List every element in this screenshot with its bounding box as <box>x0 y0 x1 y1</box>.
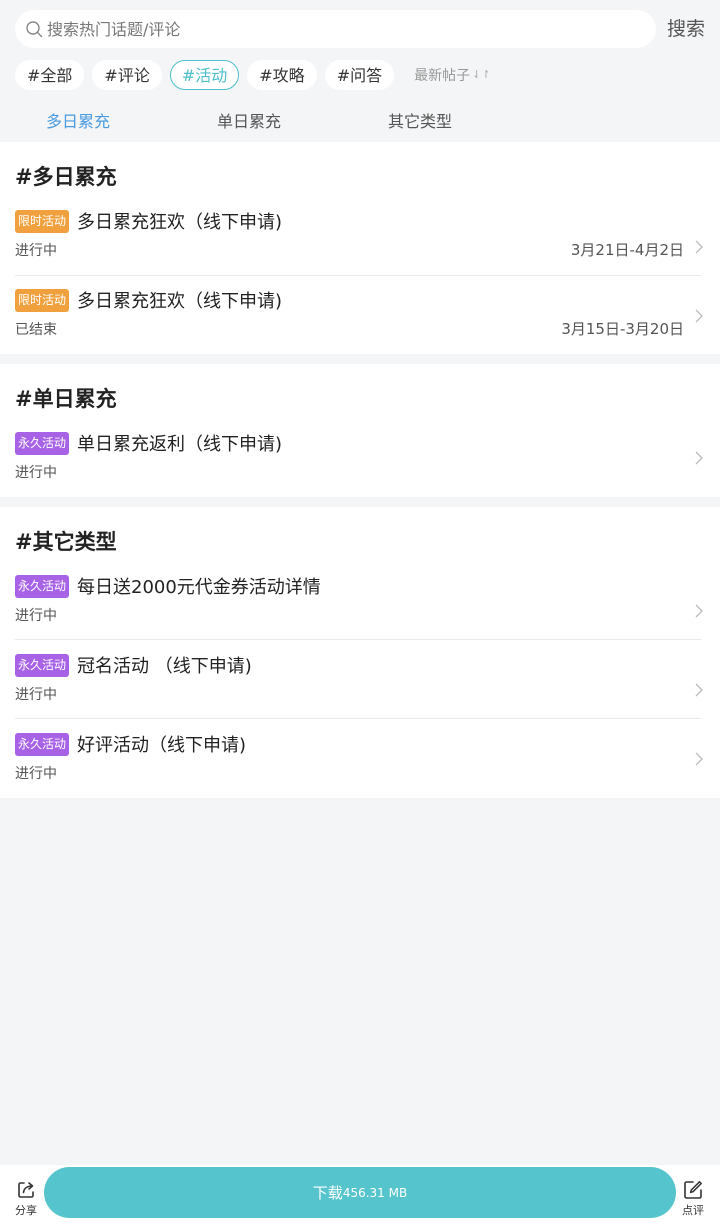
tag-guide[interactable]: #攻略 <box>247 59 317 90</box>
chevron-right-icon <box>695 451 703 465</box>
search-input[interactable] <box>47 10 637 48</box>
activity-title: 单日累充返利（线下申请) <box>77 434 283 455</box>
permanent-activity-badge: 永久活动 <box>15 654 70 677</box>
section-title: #其它类型 <box>15 530 117 554</box>
topic-tag-bar: #全部 #评论 #活动 #攻略 #问答 最新帖子 ⇃↾ <box>15 59 491 90</box>
permanent-activity-badge: 永久活动 <box>15 432 70 455</box>
activity-item[interactable]: 限时活动 多日累充狂欢（线下申请) 进行中 3月21日-4月2日 <box>0 210 720 289</box>
search-button[interactable]: 搜索 <box>667 16 705 42</box>
tab-other-types[interactable]: 其它类型 <box>388 108 452 132</box>
edit-icon <box>684 1181 702 1199</box>
limited-activity-badge: 限时活动 <box>15 289 70 312</box>
share-label: 分享 <box>15 1204 37 1217</box>
sort-dropdown[interactable]: 最新帖子 ⇃↾ <box>414 65 490 85</box>
section-title: #多日累充 <box>15 165 117 189</box>
review-label: 点评 <box>682 1204 704 1217</box>
sort-arrows-icon: ⇃↾ <box>472 68 491 81</box>
tag-activity[interactable]: #活动 <box>169 59 240 90</box>
activity-item[interactable]: 永久活动 冠名活动 （线下申请) 进行中 <box>0 654 720 733</box>
bottom-action-bar: 分享 下载 456.31 MB 点评 <box>0 1165 720 1225</box>
activity-title: 每日送2000元代金券活动详情 <box>77 577 321 598</box>
tag-all[interactable]: #全部 <box>15 59 85 90</box>
tag-review[interactable]: #评论 <box>92 59 162 90</box>
tag-qa[interactable]: #问答 <box>324 59 395 90</box>
section-single-day-recharge: #单日累充 永久活动 单日累充返利（线下申请) 进行中 <box>0 364 720 497</box>
activity-item[interactable]: 永久活动 每日送2000元代金券活动详情 进行中 <box>0 575 720 654</box>
category-tabs: 多日累充 单日累充 其它类型 <box>0 104 720 140</box>
chevron-right-icon <box>695 752 703 766</box>
tab-multi-day-recharge[interactable]: 多日累充 <box>46 108 110 132</box>
activity-status: 已结束 <box>15 322 57 338</box>
download-label: 下载 <box>312 1184 343 1202</box>
activity-title: 好评活动（线下申请) <box>77 735 247 756</box>
activity-status: 进行中 <box>15 687 57 703</box>
activity-date: 3月15日-3月20日 <box>561 320 684 338</box>
activity-status: 进行中 <box>15 243 57 259</box>
divider <box>15 639 701 640</box>
divider <box>15 275 701 276</box>
activity-date: 3月21日-4月2日 <box>570 241 684 259</box>
share-button[interactable]: 分享 <box>9 1179 43 1218</box>
chevron-right-icon <box>695 604 703 618</box>
activity-status: 进行中 <box>15 766 57 782</box>
section-title: #单日累充 <box>15 387 117 411</box>
section-multi-day-recharge: #多日累充 限时活动 多日累充狂欢（线下申请) 进行中 3月21日-4月2日 限… <box>0 142 720 354</box>
activity-title: 多日累充狂欢（线下申请) <box>77 212 283 233</box>
limited-activity-badge: 限时活动 <box>15 210 70 233</box>
share-icon <box>18 1182 34 1198</box>
chevron-right-icon <box>695 683 703 697</box>
chevron-right-icon <box>695 309 703 323</box>
activity-title: 多日累充狂欢（线下申请) <box>77 291 283 312</box>
divider <box>15 718 701 719</box>
activity-title: 冠名活动 （线下申请) <box>77 656 252 677</box>
permanent-activity-badge: 永久活动 <box>15 733 70 756</box>
activity-item[interactable]: 永久活动 好评活动（线下申请) 进行中 <box>0 733 720 812</box>
activity-status: 进行中 <box>15 608 57 624</box>
activity-item[interactable]: 限时活动 多日累充狂欢（线下申请) 已结束 3月15日-3月20日 <box>0 289 720 368</box>
activity-item[interactable]: 永久活动 单日累充返利（线下申请) 进行中 <box>0 432 720 511</box>
download-size: 456.31 MB <box>342 1185 408 1200</box>
activity-status: 进行中 <box>15 465 57 481</box>
permanent-activity-badge: 永久活动 <box>15 575 70 598</box>
tab-single-day-recharge[interactable]: 单日累充 <box>217 108 281 132</box>
search-icon <box>26 21 43 38</box>
search-bar: 搜索 <box>0 0 720 60</box>
review-button[interactable]: 点评 <box>676 1179 710 1218</box>
chevron-right-icon <box>695 240 703 254</box>
download-button[interactable]: 下载 456.31 MB <box>44 1167 676 1218</box>
section-other-types: #其它类型 永久活动 每日送2000元代金券活动详情 进行中 永久活动 冠名活动… <box>0 507 720 798</box>
sort-label: 最新帖子 <box>414 67 471 84</box>
search-box[interactable] <box>15 10 656 48</box>
